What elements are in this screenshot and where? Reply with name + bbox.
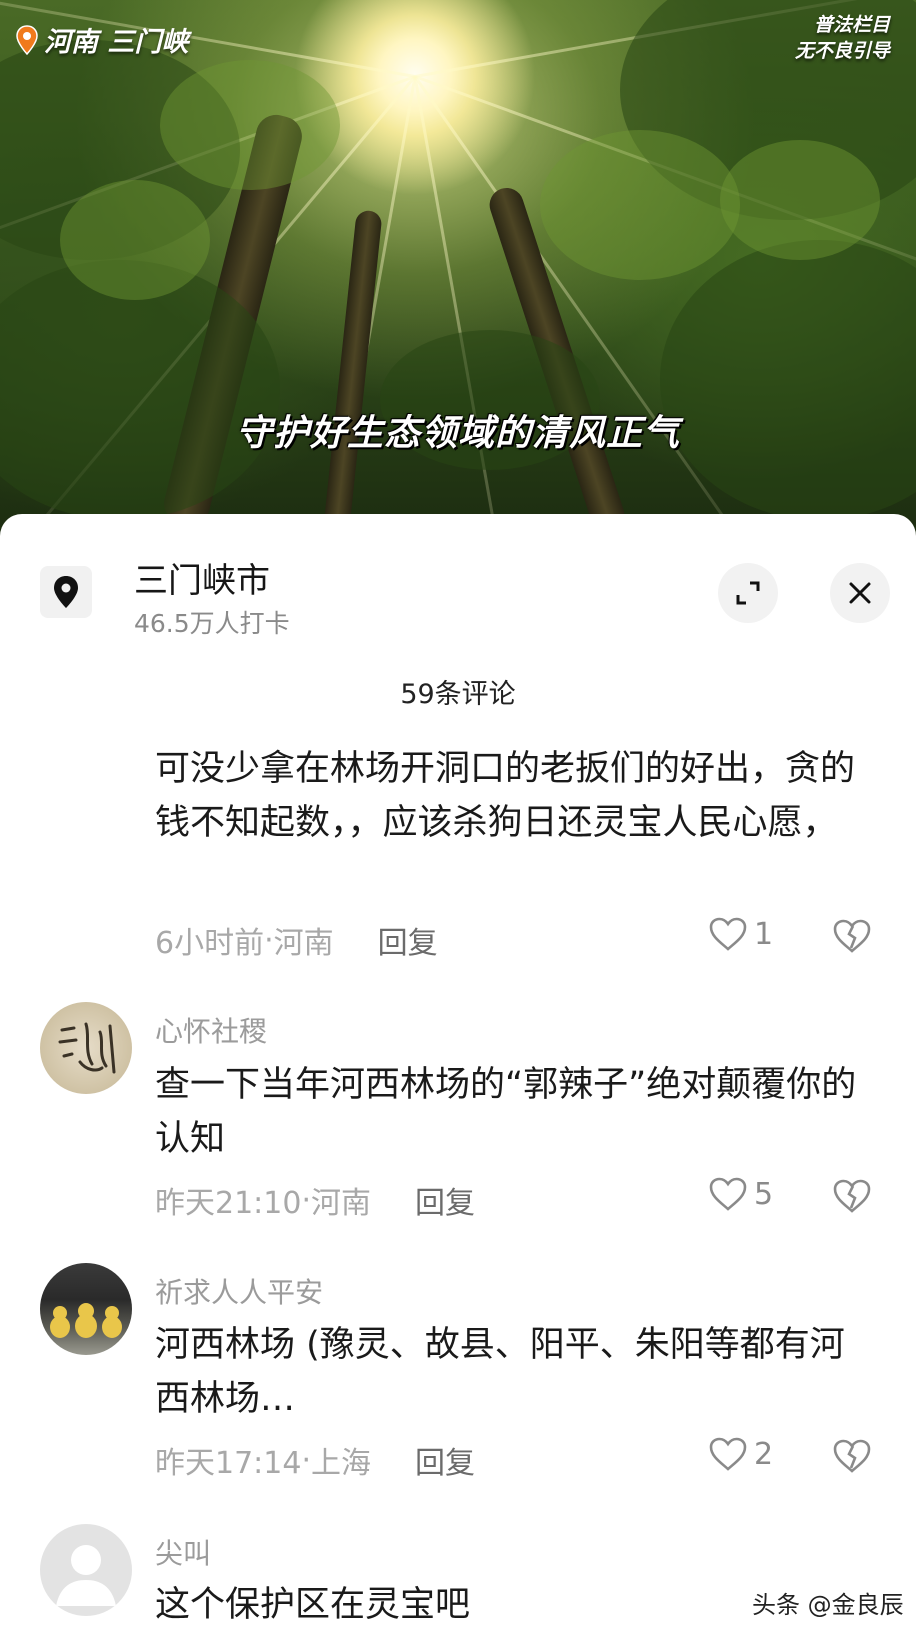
- heart-icon: [709, 917, 747, 951]
- legal-tag-line2: 无不良引导: [794, 40, 890, 62]
- legal-tag: 普法栏目 无不良引导: [795, 12, 890, 64]
- close-button[interactable]: [830, 563, 890, 623]
- user-avatar[interactable]: [40, 1524, 132, 1616]
- default-user-icon: [56, 1545, 116, 1606]
- dislike-button[interactable]: [832, 1178, 872, 1218]
- user-avatar[interactable]: [40, 1002, 132, 1094]
- video-subtitle: 守护好生态领域的清风正气: [235, 413, 680, 454]
- comment-username[interactable]: 尖叫: [155, 1532, 211, 1572]
- broken-heart-icon: [833, 919, 871, 953]
- legal-tag-line1: 普法栏目: [813, 14, 890, 36]
- reply-button[interactable]: 回复: [415, 1438, 475, 1482]
- comment-text[interactable]: 可没少拿在林场开洞口的老扳们的好出，贪的钱不知起数，，应该杀狗日还灵宝人民心愿，: [155, 742, 875, 850]
- meta-separator: ·: [264, 922, 274, 958]
- like-count: 1: [754, 916, 774, 952]
- comment-time: 昨天17:14: [155, 1446, 302, 1481]
- comment-username[interactable]: 祈求人人平安: [155, 1271, 323, 1311]
- comment-meta: 6小时前 · 河南 回复: [155, 918, 438, 962]
- like-count: 2: [754, 1436, 774, 1472]
- dislike-button[interactable]: [832, 918, 872, 958]
- user-avatar[interactable]: [40, 1263, 132, 1355]
- like-button[interactable]: 1: [708, 916, 773, 952]
- comment-meta: 昨天17:14 · 上海 回复: [155, 1438, 475, 1482]
- gourd-ornaments-avatar-image: [50, 1303, 122, 1338]
- comment-text[interactable]: 这个保护区在灵宝吧: [155, 1578, 715, 1632]
- expand-button[interactable]: [718, 563, 778, 623]
- like-button[interactable]: 5: [708, 1176, 773, 1212]
- broken-heart-icon: [833, 1439, 871, 1473]
- comment-meta: 昨天21:10 · 河南 回复: [155, 1178, 475, 1222]
- location-pin-icon: [54, 576, 78, 608]
- dislike-button[interactable]: [832, 1438, 872, 1478]
- heart-icon: [709, 1437, 747, 1471]
- comment-time: 昨天21:10: [155, 1186, 302, 1221]
- video-location-tag: 河南 三门峡: [16, 20, 188, 59]
- place-checkins: 46.5万人打卡: [134, 609, 290, 638]
- location-pin-icon: [16, 24, 38, 55]
- close-icon: [849, 582, 871, 604]
- video-location-text: 河南 三门峡: [44, 27, 189, 58]
- comment-region: 河南: [273, 926, 334, 961]
- broken-heart-icon: [833, 1179, 871, 1213]
- watermark: 头条 @金良辰: [752, 1591, 904, 1619]
- comment-count: 59条评论: [400, 679, 516, 710]
- heart-icon: [709, 1177, 747, 1211]
- place-icon-box[interactable]: [40, 566, 92, 618]
- video-player[interactable]: 河南 三门峡 普法栏目 无不良引导 守护好生态领域的清风正气: [0, 0, 916, 540]
- comment-username[interactable]: 心怀社稷: [155, 1010, 267, 1050]
- like-count: 5: [754, 1176, 774, 1212]
- comment-text[interactable]: 河西林场 (豫灵、故县、阳平、朱阳等都有河西林场…: [155, 1318, 875, 1426]
- expand-icon: [736, 581, 760, 605]
- calligraphy-avatar-image: [58, 1022, 116, 1074]
- comment-region: 上海: [311, 1446, 372, 1481]
- comment-time: 6小时前: [155, 926, 265, 961]
- meta-separator: ·: [301, 1442, 312, 1478]
- reply-button[interactable]: 回复: [378, 918, 438, 962]
- comment-text[interactable]: 查一下当年河西林场的“郭辣子”绝对颠覆你的认知: [155, 1058, 875, 1166]
- like-button[interactable]: 2: [708, 1436, 773, 1472]
- reply-button[interactable]: 回复: [415, 1178, 475, 1222]
- meta-separator: ·: [301, 1182, 312, 1218]
- comment-region: 河南: [311, 1186, 372, 1221]
- place-name[interactable]: 三门峡市: [134, 553, 270, 602]
